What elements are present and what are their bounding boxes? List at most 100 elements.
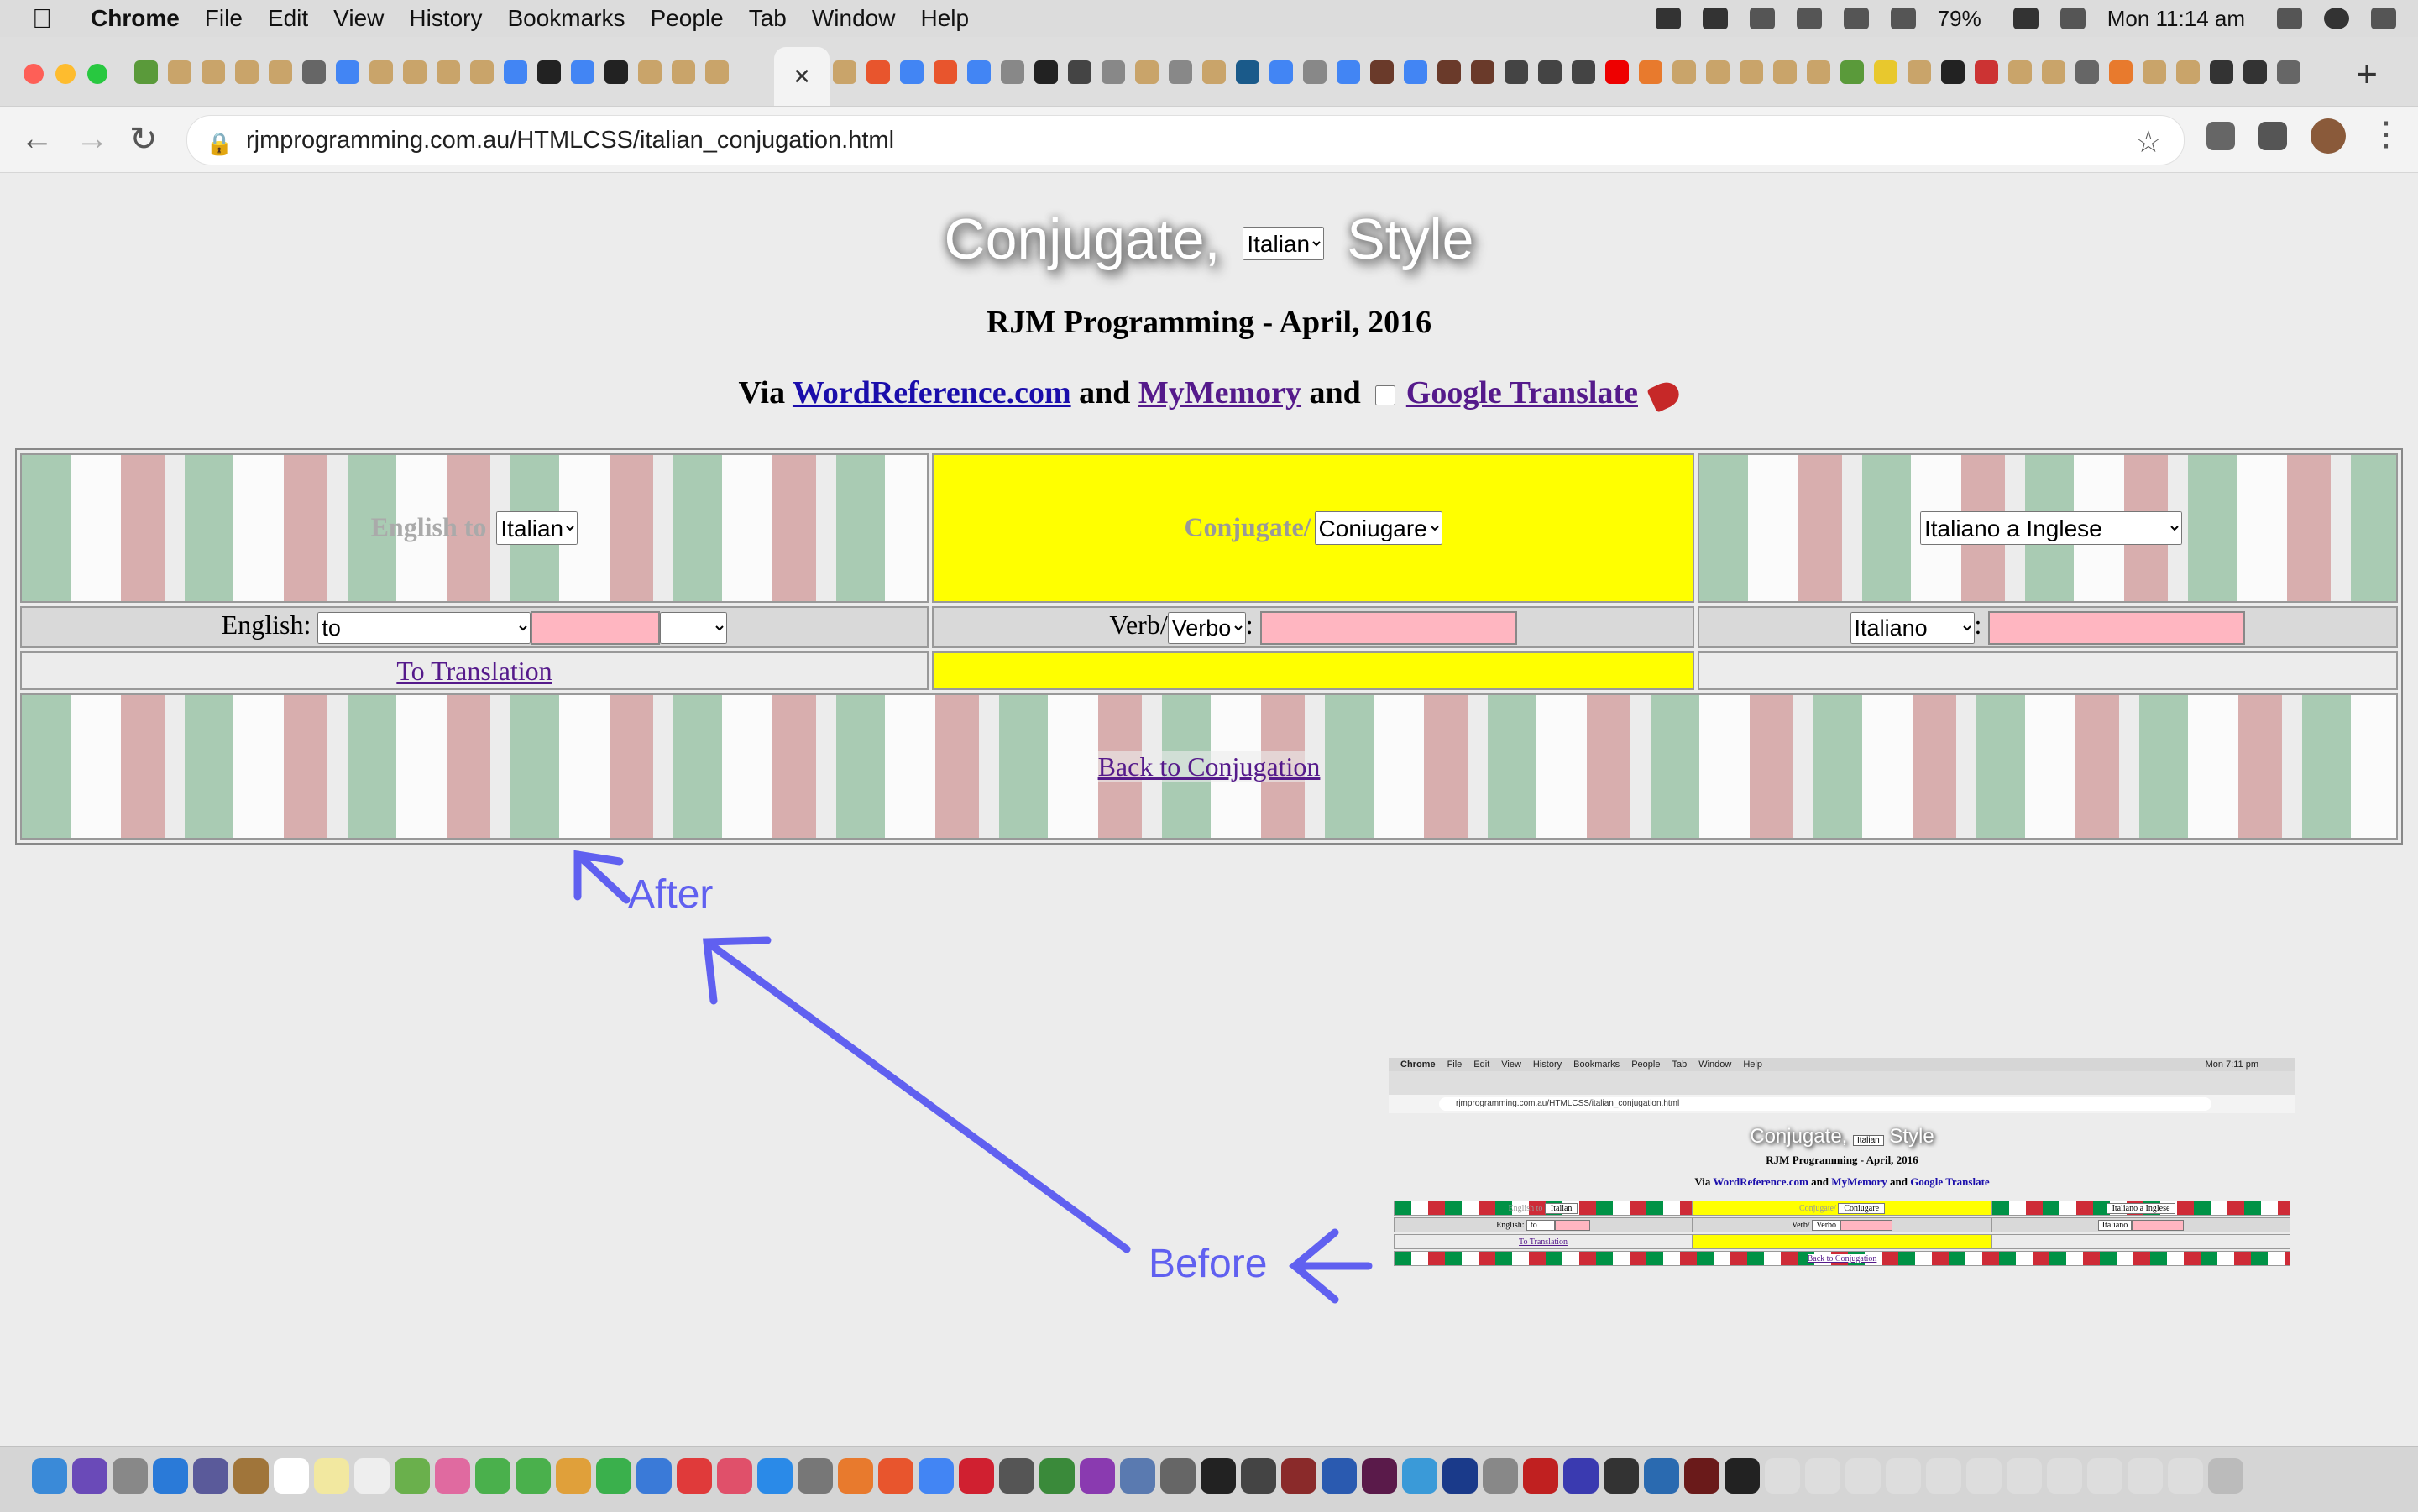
tab-favicon[interactable] bbox=[1672, 60, 1696, 84]
tab-favicon[interactable] bbox=[369, 60, 393, 84]
tab-favicon[interactable] bbox=[302, 60, 326, 84]
dock-document-icon[interactable] bbox=[1845, 1458, 1881, 1494]
address-bar[interactable]: 🔒 rjmprogramming.com.au/HTMLCSS/italian_… bbox=[186, 115, 2185, 165]
volume-icon[interactable] bbox=[1890, 8, 1916, 29]
maps-icon[interactable] bbox=[395, 1458, 430, 1494]
google-tab-icon[interactable] bbox=[571, 60, 594, 84]
tab-close-icon[interactable]: × bbox=[793, 60, 810, 93]
forward-arrow-icon[interactable]: → bbox=[76, 120, 109, 158]
google-tab-icon[interactable] bbox=[1269, 60, 1293, 84]
tab-favicon[interactable] bbox=[1773, 60, 1797, 84]
tab-favicon[interactable] bbox=[1639, 60, 1662, 84]
dock-document-icon[interactable] bbox=[2047, 1458, 2082, 1494]
tab-favicon[interactable] bbox=[866, 60, 890, 84]
tab-favicon[interactable] bbox=[1068, 60, 1091, 84]
status-app-icon[interactable] bbox=[1655, 8, 1681, 29]
tab-favicon[interactable] bbox=[672, 60, 695, 84]
tab-favicon[interactable] bbox=[403, 60, 427, 84]
tab-favicon[interactable] bbox=[1102, 60, 1125, 84]
finder-icon[interactable] bbox=[32, 1458, 67, 1494]
wifi-icon[interactable] bbox=[1843, 8, 1869, 29]
tab-favicon[interactable] bbox=[1303, 60, 1327, 84]
tab-favicon[interactable] bbox=[2008, 60, 2032, 84]
tab-favicon[interactable] bbox=[638, 60, 662, 84]
tab-favicon[interactable] bbox=[2243, 60, 2267, 84]
chrome-menu-icon[interactable]: ⋮ bbox=[2369, 115, 2403, 154]
photos-icon[interactable] bbox=[435, 1458, 470, 1494]
tab-favicon[interactable] bbox=[235, 60, 259, 84]
menu-file[interactable]: File bbox=[205, 5, 243, 32]
tab-favicon[interactable] bbox=[1034, 60, 1058, 84]
dock-app-icon[interactable] bbox=[1442, 1458, 1478, 1494]
tab-favicon[interactable] bbox=[2143, 60, 2166, 84]
tab-favicon[interactable] bbox=[833, 60, 856, 84]
tab-favicon[interactable] bbox=[1236, 60, 1259, 84]
menu-history[interactable]: History bbox=[409, 5, 482, 32]
profile-avatar[interactable] bbox=[2311, 118, 2346, 154]
dock-app-icon[interactable] bbox=[1483, 1458, 1518, 1494]
dock-app-icon[interactable] bbox=[1644, 1458, 1679, 1494]
launchpad-icon[interactable] bbox=[113, 1458, 148, 1494]
tab-favicon[interactable] bbox=[1807, 60, 1830, 84]
reload-icon[interactable]: ↻ bbox=[129, 120, 158, 159]
tab-favicon[interactable] bbox=[1572, 60, 1595, 84]
window-zoom-button[interactable] bbox=[87, 64, 107, 84]
tab-favicon[interactable] bbox=[470, 60, 494, 84]
tab-favicon[interactable] bbox=[1740, 60, 1763, 84]
extension-icon[interactable] bbox=[2206, 122, 2235, 150]
address-url[interactable]: rjmprogramming.com.au/HTMLCSS/italian_co… bbox=[246, 127, 894, 154]
tab-favicon[interactable] bbox=[1840, 60, 1864, 84]
tab-favicon[interactable] bbox=[168, 60, 191, 84]
safari-icon[interactable] bbox=[153, 1458, 188, 1494]
menu-people[interactable]: People bbox=[651, 5, 724, 32]
window-minimize-button[interactable] bbox=[55, 64, 76, 84]
dock-app-icon[interactable] bbox=[999, 1458, 1034, 1494]
tab-favicon[interactable] bbox=[2210, 60, 2233, 84]
tab-favicon[interactable] bbox=[705, 60, 729, 84]
tab-favicon[interactable] bbox=[1706, 60, 1730, 84]
menu-help[interactable]: Help bbox=[920, 5, 969, 32]
gmail-tab-icon[interactable] bbox=[1975, 60, 1998, 84]
lock-icon[interactable]: 🔒 bbox=[206, 131, 233, 156]
google-tab-icon[interactable] bbox=[504, 60, 527, 84]
tab-favicon[interactable] bbox=[1505, 60, 1528, 84]
dock-document-icon[interactable] bbox=[1886, 1458, 1921, 1494]
opera-icon[interactable] bbox=[959, 1458, 994, 1494]
dock-document-icon[interactable] bbox=[1926, 1458, 1961, 1494]
dock-app-icon[interactable] bbox=[1725, 1458, 1760, 1494]
tab-favicon[interactable] bbox=[2176, 60, 2200, 84]
dock-document-icon[interactable] bbox=[2087, 1458, 2122, 1494]
apple-menu-icon[interactable]:  bbox=[32, 3, 72, 34]
dock-app-icon[interactable] bbox=[838, 1458, 873, 1494]
bluetooth-icon[interactable] bbox=[1796, 8, 1822, 29]
menu-window[interactable]: Window bbox=[812, 5, 896, 32]
new-tab-button[interactable]: + bbox=[2356, 54, 2378, 96]
numbers-icon[interactable] bbox=[596, 1458, 631, 1494]
system-preferences-icon[interactable] bbox=[798, 1458, 833, 1494]
messages-icon[interactable] bbox=[475, 1458, 510, 1494]
keynote-icon[interactable] bbox=[636, 1458, 672, 1494]
tab-favicon[interactable] bbox=[604, 60, 628, 84]
menu-edit[interactable]: Edit bbox=[268, 5, 308, 32]
calendar-icon[interactable] bbox=[2059, 8, 2086, 29]
dock-document-icon[interactable] bbox=[1805, 1458, 1840, 1494]
tab-favicon[interactable] bbox=[437, 60, 460, 84]
chrome-dock-icon[interactable] bbox=[919, 1458, 954, 1494]
dock-app-icon[interactable] bbox=[556, 1458, 591, 1494]
calendar-dock-icon[interactable] bbox=[274, 1458, 309, 1494]
tab-favicon[interactable] bbox=[1908, 60, 1931, 84]
menu-app-chrome[interactable]: Chrome bbox=[91, 5, 180, 32]
control-center-icon[interactable] bbox=[2371, 8, 2396, 29]
tab-favicon[interactable] bbox=[2075, 60, 2099, 84]
window-close-button[interactable] bbox=[24, 64, 44, 84]
r-icon[interactable] bbox=[1322, 1458, 1357, 1494]
active-tab[interactable]: × bbox=[774, 47, 830, 106]
back-arrow-icon[interactable]: ← bbox=[20, 120, 54, 158]
dock-app-icon[interactable] bbox=[1563, 1458, 1599, 1494]
dock-app-icon[interactable] bbox=[233, 1458, 269, 1494]
dock-app-icon[interactable] bbox=[193, 1458, 228, 1494]
tab-favicon[interactable] bbox=[2109, 60, 2133, 84]
app-store-icon[interactable] bbox=[757, 1458, 793, 1494]
tab-favicon[interactable] bbox=[1941, 60, 1965, 84]
tab-favicon[interactable] bbox=[934, 60, 957, 84]
